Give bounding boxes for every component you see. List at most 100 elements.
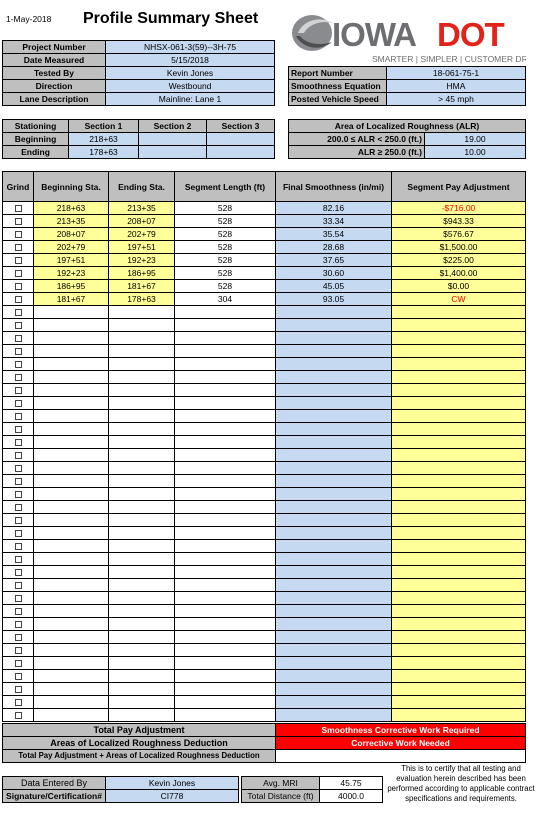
project-number-value[interactable]: NHSX-061-3(59)--3H-75 [105,40,275,54]
beginning-sta-cell[interactable] [33,565,109,579]
grind-checkbox[interactable] [14,309,22,317]
grind-checkbox[interactable] [14,348,22,356]
grind-checkbox-cell[interactable] [2,292,34,306]
grind-checkbox-cell[interactable] [2,539,34,553]
beginning-sta-cell[interactable] [33,435,109,449]
ending-sta-cell[interactable] [108,656,175,670]
beginning-sta-cell[interactable] [33,383,109,397]
grind-checkbox[interactable] [14,712,22,720]
ending-sta-cell[interactable]: 197+51 [108,240,175,254]
beginning-sta-cell[interactable]: 192+23 [33,266,109,280]
lane-description-value[interactable]: Mainline: Lane 1 [105,92,275,106]
beginning-sta-cell[interactable]: 208+07 [33,227,109,241]
ending-sta-cell[interactable]: 213+35 [108,201,175,215]
grind-checkbox-cell[interactable] [2,591,34,605]
grind-checkbox[interactable] [14,621,22,629]
grind-checkbox[interactable] [14,699,22,707]
grind-checkbox[interactable] [14,491,22,499]
grind-checkbox-cell[interactable] [2,279,34,293]
grind-checkbox-cell[interactable] [2,409,34,423]
ending-sta-cell[interactable] [108,643,175,657]
grind-checkbox-cell[interactable] [2,318,34,332]
grind-checkbox[interactable] [14,335,22,343]
ending-sta-cell[interactable]: 186+95 [108,266,175,280]
direction-value[interactable]: Westbound [105,79,275,93]
ending-sta-cell[interactable] [108,305,175,319]
grind-checkbox-cell[interactable] [2,513,34,527]
ending-sta-cell[interactable] [108,357,175,371]
grind-checkbox-cell[interactable] [2,695,34,709]
ending-sta-cell[interactable] [108,448,175,462]
grind-checkbox[interactable] [14,322,22,330]
ending-sta-cell[interactable] [108,669,175,683]
grind-checkbox-cell[interactable] [2,357,34,371]
grind-checkbox-cell[interactable] [2,331,34,345]
beginning-sta-cell[interactable] [33,591,109,605]
grind-checkbox-cell[interactable] [2,500,34,514]
beginning-sta-cell[interactable] [33,474,109,488]
grind-checkbox-cell[interactable] [2,552,34,566]
ending-sta-cell[interactable] [108,630,175,644]
beginning-sta-cell[interactable] [33,630,109,644]
section-2-beginning[interactable] [138,132,207,146]
beginning-sta-cell[interactable] [33,344,109,358]
grind-checkbox-cell[interactable] [2,422,34,436]
grind-checkbox[interactable] [14,413,22,421]
grind-checkbox[interactable] [14,556,22,564]
beginning-sta-cell[interactable] [33,695,109,709]
beginning-sta-cell[interactable] [33,604,109,618]
grind-checkbox-cell[interactable] [2,604,34,618]
beginning-sta-cell[interactable]: 218+63 [33,201,109,215]
ending-sta-cell[interactable] [108,526,175,540]
grind-checkbox[interactable] [14,205,22,213]
ending-sta-cell[interactable]: 208+07 [108,214,175,228]
grind-checkbox[interactable] [14,608,22,616]
grind-checkbox[interactable] [14,673,22,681]
grind-checkbox-cell[interactable] [2,630,34,644]
grind-checkbox[interactable] [14,387,22,395]
grind-checkbox-cell[interactable] [2,305,34,319]
section-2-ending[interactable] [138,145,207,159]
grind-checkbox[interactable] [14,244,22,252]
grind-checkbox[interactable] [14,517,22,525]
beginning-sta-cell[interactable] [33,422,109,436]
ending-sta-cell[interactable] [108,682,175,696]
beginning-sta-cell[interactable] [33,318,109,332]
ending-sta-cell[interactable]: 181+67 [108,279,175,293]
grind-checkbox[interactable] [14,543,22,551]
report-number-value[interactable]: 18-061-75-1 [386,66,526,80]
ending-sta-cell[interactable] [108,708,175,722]
grind-checkbox-cell[interactable] [2,565,34,579]
section-3-beginning[interactable] [206,132,275,146]
beginning-sta-cell[interactable] [33,539,109,553]
beginning-sta-cell[interactable] [33,643,109,657]
beginning-sta-cell[interactable] [33,669,109,683]
grind-checkbox[interactable] [14,582,22,590]
ending-sta-cell[interactable] [108,500,175,514]
date-measured-value[interactable]: 5/15/2018 [105,53,275,67]
beginning-sta-cell[interactable] [33,461,109,475]
beginning-sta-cell[interactable] [33,357,109,371]
ending-sta-cell[interactable] [108,474,175,488]
ending-sta-cell[interactable] [108,370,175,384]
grind-checkbox-cell[interactable] [2,240,34,254]
beginning-sta-cell[interactable] [33,500,109,514]
grind-checkbox[interactable] [14,465,22,473]
beginning-sta-cell[interactable] [33,708,109,722]
beginning-sta-cell[interactable] [33,578,109,592]
ending-sta-cell[interactable] [108,422,175,436]
beginning-sta-cell[interactable]: 186+95 [33,279,109,293]
grind-checkbox-cell[interactable] [2,448,34,462]
grind-checkbox-cell[interactable] [2,227,34,241]
section-1-beginning[interactable]: 218+63 [68,132,139,146]
beginning-sta-cell[interactable]: 181+67 [33,292,109,306]
ending-sta-cell[interactable] [108,344,175,358]
beginning-sta-cell[interactable] [33,305,109,319]
ending-sta-cell[interactable]: 178+63 [108,292,175,306]
ending-sta-cell[interactable] [108,565,175,579]
beginning-sta-cell[interactable]: 213+35 [33,214,109,228]
grind-checkbox-cell[interactable] [2,461,34,475]
grind-checkbox[interactable] [14,270,22,278]
beginning-sta-cell[interactable] [33,331,109,345]
grind-checkbox-cell[interactable] [2,487,34,501]
